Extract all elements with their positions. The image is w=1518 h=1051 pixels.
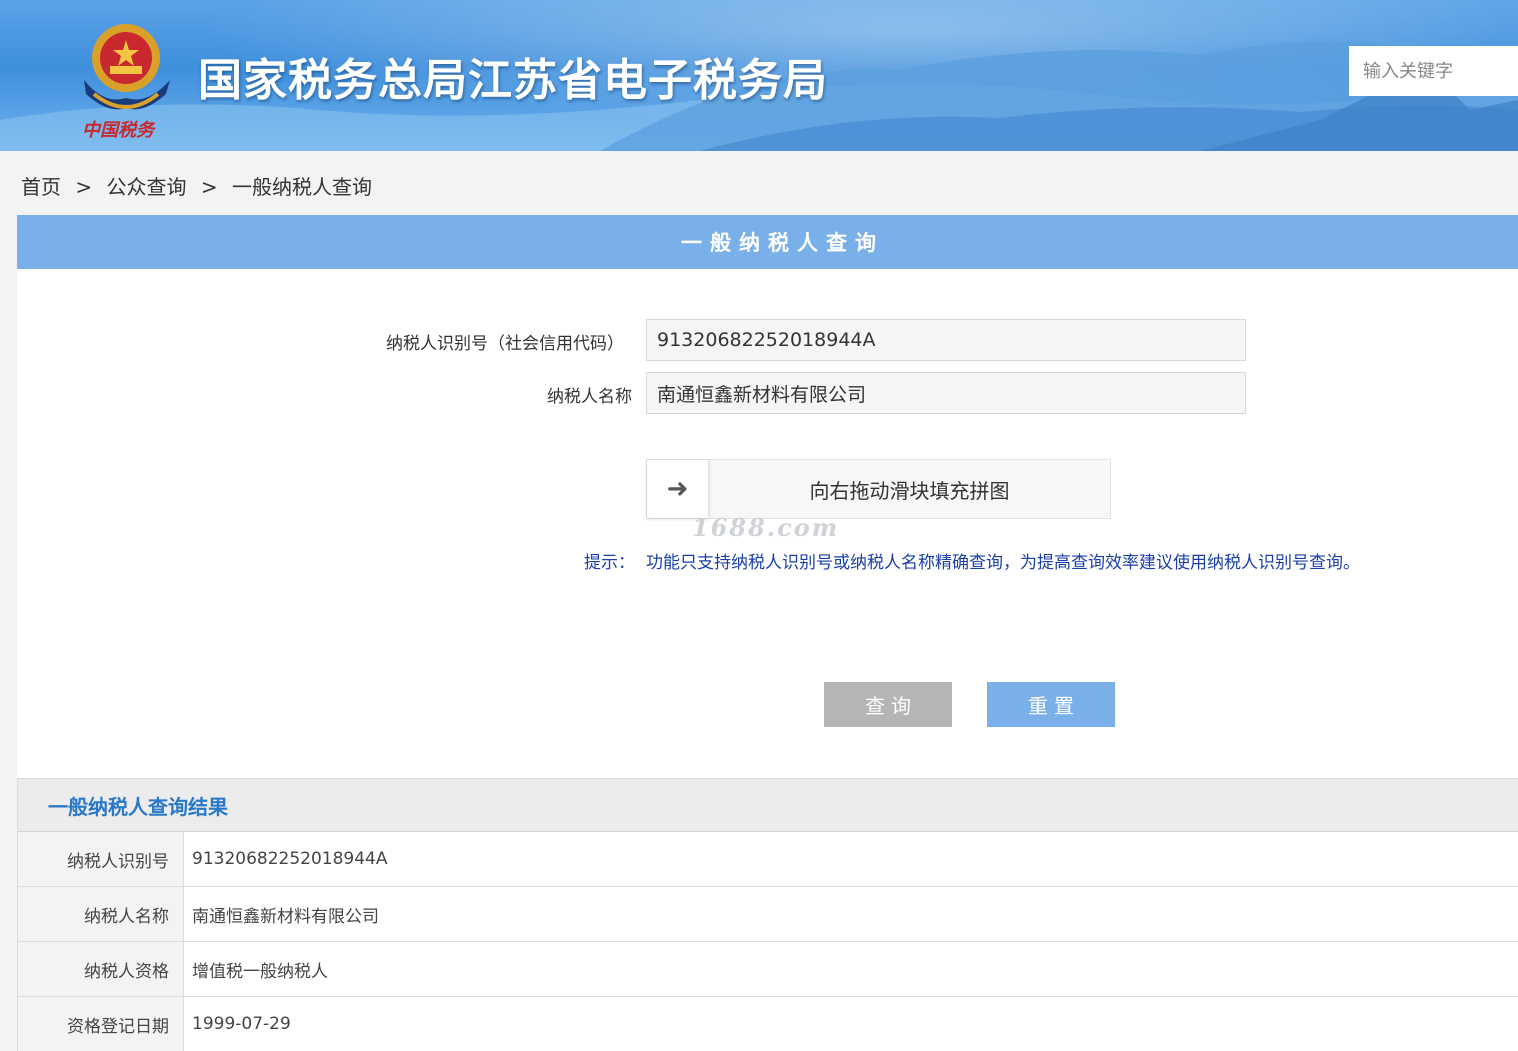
table-row: 纳税人名称 南通恒鑫新材料有限公司 [18,887,1518,942]
taxpayer-name-label: 纳税人名称 [547,387,632,407]
slider-handle[interactable]: ➜ [647,460,709,518]
result-label: 纳税人名称 [18,887,184,941]
breadcrumb-public-query-link[interactable]: 公众查询 [106,171,186,200]
breadcrumb-current: 一般纳税人查询 [231,175,372,199]
slider-captcha[interactable]: ➜ 向右拖动滑块填充拼图 [646,459,1111,519]
result-value: 南通恒鑫新材料有限公司 [192,906,379,927]
header-banner: 中国税务 国家税务总局江苏省电子税务局 [0,0,1518,151]
results-table: 一般纳税人查询结果 纳税人识别号 91320682252018944A 纳税人名… [17,778,1518,1051]
watermark-text: 1688.com [692,513,840,542]
query-panel-title: 一般纳税人查询 [17,215,1518,269]
slider-captcha-text: 向右拖动滑块填充拼图 [809,478,1010,503]
keyword-search-input[interactable] [1349,46,1518,96]
table-row: 资格登记日期 1999-07-29 [18,997,1518,1051]
result-value: 91320682252018944A [192,849,388,869]
breadcrumb-home-link[interactable]: 首页 [21,171,61,200]
taxpayer-id-label: 纳税人识别号（社会信用代码） [386,334,624,354]
site-title: 国家税务总局江苏省电子税务局 [198,55,828,106]
results-title: 一般纳税人查询结果 [18,778,1518,832]
result-label: 资格登记日期 [18,997,184,1051]
result-value: 增值税一般纳税人 [192,961,328,982]
result-value: 1999-07-29 [192,1014,291,1034]
breadcrumb-separator: > [75,175,93,199]
hint-text: 功能只支持纳税人识别号或纳税人名称精确查询，为提高查询效率建议使用纳税人识别号查… [646,553,1360,573]
query-button[interactable]: 查询 [824,682,952,727]
table-row: 纳税人资格 增值税一般纳税人 [18,942,1518,997]
national-emblem-icon: 中国税务 [74,10,184,142]
reset-button[interactable]: 重置 [987,682,1115,727]
hint-label: 提示： [584,553,635,573]
breadcrumb-separator: > [200,175,218,199]
table-row: 纳税人识别号 91320682252018944A [18,832,1518,887]
arrow-right-icon: ➜ [666,474,689,504]
taxpayer-id-field[interactable] [646,319,1246,361]
result-label: 纳税人识别号 [18,832,184,886]
emblem-caption: 中国税务 [82,120,154,141]
result-label: 纳税人资格 [18,942,184,996]
breadcrumb: 首页 > 公众查询 > 一般纳税人查询 [21,171,372,200]
taxpayer-name-field[interactable] [646,372,1246,414]
